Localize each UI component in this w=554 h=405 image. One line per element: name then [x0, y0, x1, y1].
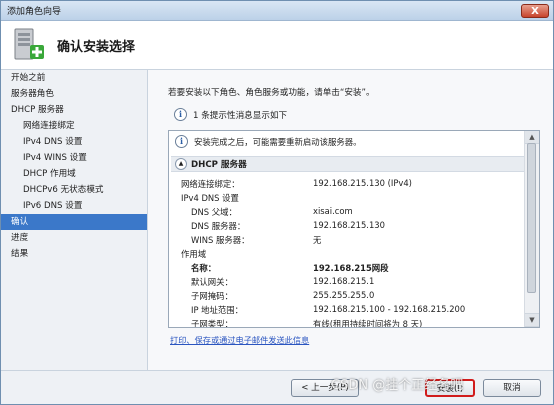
details-panel: i 安装完成之后，可能需要重新启动该服务器。 ▲ DHCP 服务器 网络连接绑定…: [168, 130, 540, 328]
dns-parent-label: DNS 父域：: [191, 207, 237, 217]
dns-settings-label: IPv4 DNS 设置: [181, 193, 239, 203]
message-count-text: 1 条提示性消息显示如下: [193, 110, 288, 121]
subnet-label: 子网掩码：: [191, 291, 233, 301]
message-count: i 1 条提示性消息显示如下: [174, 108, 287, 121]
main-content: 若要安装以下角色、角色服务或功能，请单击“安装”。 i 1 条提示性消息显示如下…: [148, 70, 553, 370]
ip-range-value: 192.168.215.100 - 192.168.215.200: [313, 304, 466, 314]
subnet-type-label: 子网类型：: [191, 319, 233, 328]
subnet-value: 255.255.255.0: [313, 290, 375, 300]
ip-range-label: IP 地址范围：: [191, 305, 244, 315]
step-dhcp-server[interactable]: DHCP 服务器: [1, 102, 147, 118]
step-confirm[interactable]: 确认: [1, 214, 147, 230]
wizard-steps-sidebar: 开始之前 服务器角色 DHCP 服务器 网络连接绑定 IPv4 DNS 设置 I…: [1, 70, 148, 370]
watermark: CSDN @挂个正经名吧: [331, 378, 464, 393]
subnet-type-value: 有线(租用持续时间将为 8 天): [313, 319, 423, 328]
binding-label: 网络连接绑定：: [181, 179, 240, 189]
info-icon: i: [174, 108, 187, 121]
wizard-window: 添加角色向导 X 确认安装选择 开始之前 服务器角色 DHCP 服务器 网络连接…: [0, 0, 554, 405]
server-add-icon: [14, 28, 44, 60]
step-ipv4-dns[interactable]: IPv4 DNS 设置: [1, 134, 147, 150]
gateway-label: 默认网关：: [191, 277, 233, 287]
dns-parent-value: xisai.com: [313, 206, 353, 216]
wizard-footer: < 上一步(P) 安装(I) 取消: [1, 370, 553, 404]
step-dhcp-scope[interactable]: DHCP 作用域: [1, 166, 147, 182]
wins-label: WINS 服务器：: [191, 235, 250, 245]
title-bar: 添加角色向导 X: [1, 1, 553, 21]
step-ipv6-dns[interactable]: IPv6 DNS 设置: [1, 198, 147, 214]
step-dhcpv6-stateless[interactable]: DHCPv6 无状态模式: [1, 182, 147, 198]
close-button[interactable]: X: [521, 3, 549, 18]
dns-server-value: 192.168.215.130: [313, 220, 385, 230]
binding-value: 192.168.215.130 (IPv4): [313, 178, 412, 188]
intro-text: 若要安装以下角色、角色服务或功能，请单击“安装”。: [168, 88, 375, 98]
wins-value: 无: [313, 235, 322, 245]
step-ipv4-wins[interactable]: IPv4 WINS 设置: [1, 150, 147, 166]
details-scrollbar[interactable]: ▲ ▼: [524, 131, 539, 327]
restart-note-text: 安装完成之后，可能需要重新启动该服务器。: [194, 136, 362, 147]
scope-name-label: 名称：: [191, 263, 217, 273]
dns-server-label: DNS 服务器：: [191, 221, 246, 231]
chevron-up-icon[interactable]: ▲: [175, 158, 187, 170]
step-server-roles[interactable]: 服务器角色: [1, 86, 147, 102]
step-network-binding[interactable]: 网络连接绑定: [1, 118, 147, 134]
scope-label: 作用域: [181, 249, 207, 259]
scope-name-value: 192.168.215网段: [313, 263, 389, 273]
step-progress: 进度: [11, 233, 29, 243]
scroll-down-icon[interactable]: ▼: [525, 313, 539, 327]
section-title: DHCP 服务器: [191, 160, 247, 170]
step-results: 结果: [11, 249, 29, 259]
info-icon: i: [175, 135, 188, 148]
page-title: 确认安装选择: [57, 39, 136, 55]
wizard-header: 确认安装选择: [1, 21, 553, 70]
restart-note: i 安装完成之后，可能需要重新启动该服务器。: [175, 135, 362, 148]
dhcp-section-header[interactable]: ▲ DHCP 服务器: [171, 156, 525, 172]
gateway-value: 192.168.215.1: [313, 276, 375, 286]
print-save-email-link[interactable]: 打印、保存或通过电子邮件发送此信息: [170, 334, 309, 346]
cancel-button[interactable]: 取消: [483, 379, 541, 397]
window-title: 添加角色向导: [7, 7, 62, 17]
scroll-thumb[interactable]: [527, 143, 536, 293]
step-before-you-begin[interactable]: 开始之前: [1, 70, 147, 86]
